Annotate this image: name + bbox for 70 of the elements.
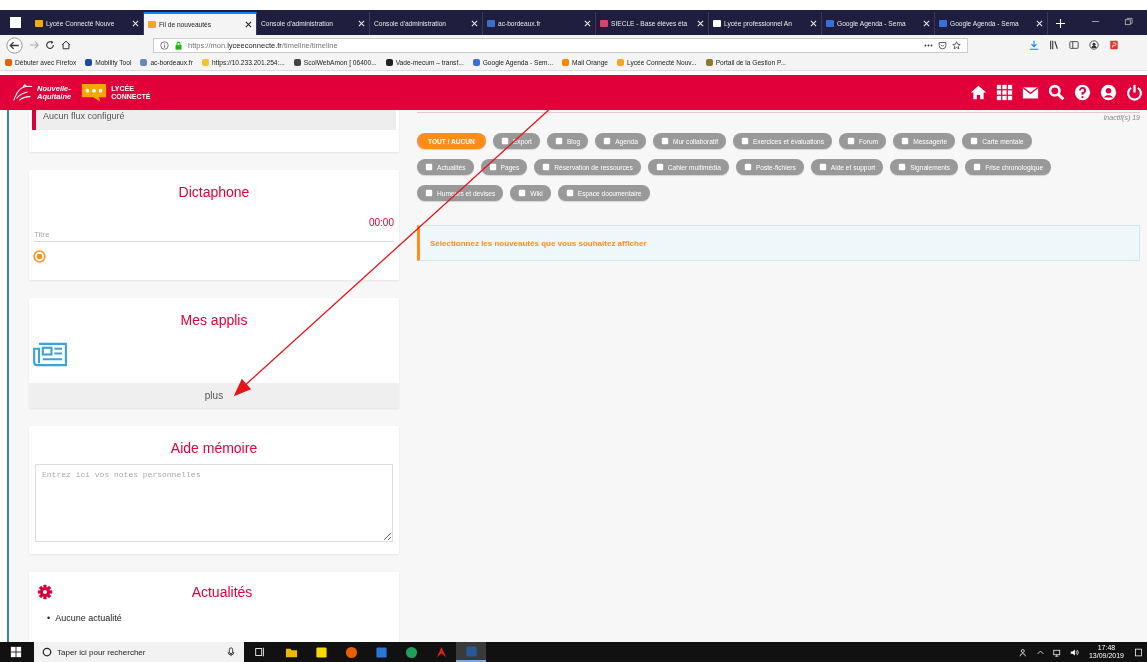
app-icon [434,645,448,659]
sidebar-icon[interactable] [1069,40,1079,50]
padlock-icon [174,40,183,50]
filter-icon [518,189,527,197]
library-icon[interactable] [1049,40,1059,50]
more-button[interactable]: plus [29,383,399,408]
filter-icon [743,163,752,171]
filter-icon [425,189,433,197]
notice-text: Sélectionnez les nouveautés que vous souhaitez afficher [430,238,647,248]
filter-icon [565,189,574,197]
user-icon[interactable] [1100,84,1117,101]
filter-icon [818,163,827,171]
newspaper-icon[interactable] [33,342,68,367]
news-item: • Aucune actualité [47,612,123,624]
filter-icon [500,137,509,145]
card-title: Actualités [190,584,254,600]
new-tab-icon[interactable] [1056,19,1065,28]
microphone-icon[interactable] [226,647,236,657]
filter-icon [425,163,433,171]
home-icon[interactable] [61,40,71,50]
filter-icon [603,137,612,145]
pocket-icon[interactable] [938,40,947,50]
notes-field[interactable]: Entrez ici vos notes personnelles [35,464,393,542]
search-icon[interactable] [1048,84,1065,101]
home-icon[interactable] [970,84,987,101]
speech-bubble-logo-icon [80,82,109,103]
filter-icon [847,137,856,145]
notification-icon[interactable] [1134,647,1143,657]
filter-icon [660,137,669,145]
app-icon [464,644,478,658]
people-icon[interactable] [1018,647,1028,657]
filter-icon [488,163,497,171]
task-view-icon[interactable] [254,646,266,658]
card-title: Dictaphone [177,183,251,200]
pdf-icon[interactable] [1109,40,1119,50]
star-icon[interactable] [952,40,961,50]
app-icon [404,645,418,659]
restore-icon[interactable] [1124,17,1133,26]
empty-feed-message: Aucun flux configuré [32,110,396,130]
taskbar-search-field[interactable]: Taper ici pour rechercher [34,642,244,662]
settings-icon[interactable] [37,584,53,600]
network-icon[interactable] [1052,647,1062,657]
close-icon[interactable] [245,21,252,28]
filter-icon [655,163,664,171]
card-title: Aide mémoire [169,439,259,456]
horse-logo-icon [12,82,34,103]
filter-icon [970,137,979,145]
filter-icon [542,163,551,171]
download-icon[interactable] [1029,40,1039,50]
app-icon [344,645,358,659]
filter-icon [973,163,982,171]
filter-icon [740,137,749,145]
reload-icon[interactable] [45,40,55,50]
help-icon[interactable] [1074,84,1091,101]
info-icon[interactable] [160,40,169,50]
filter-icon [901,137,910,145]
cortana-icon [42,647,52,657]
filter-icon [554,137,563,145]
back-icon[interactable] [6,36,23,54]
apps-grid-icon[interactable] [996,84,1013,101]
speaker-icon[interactable] [1069,647,1079,657]
account-icon[interactable] [1089,40,1099,50]
card-title: Mes applis [179,311,249,328]
start-icon[interactable] [10,646,22,658]
envelope-icon[interactable] [1022,84,1039,101]
app-icon [314,645,328,659]
power-icon[interactable] [1126,84,1143,101]
recording-time: 00:00 [368,217,394,228]
filter-icon [898,163,907,171]
app-icon [374,645,388,659]
